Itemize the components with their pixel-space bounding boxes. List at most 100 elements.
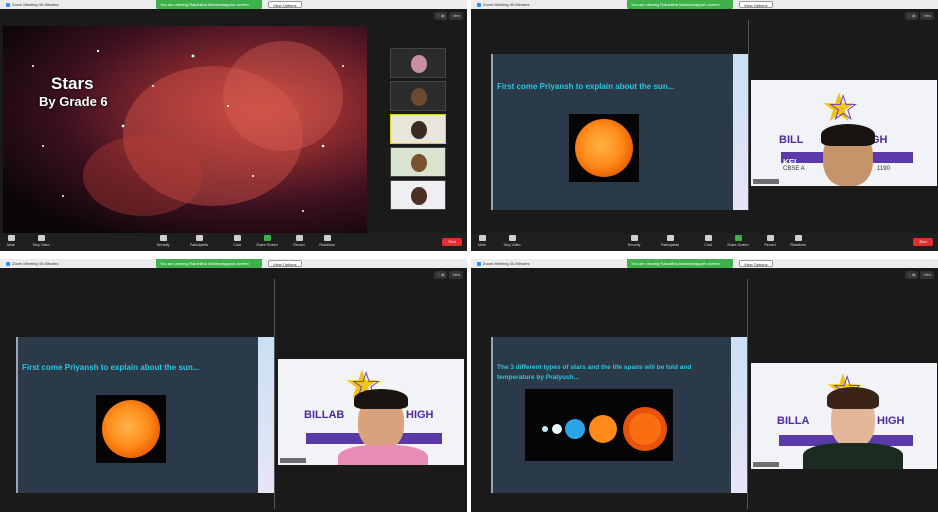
end-meeting-button[interactable]: End (913, 238, 933, 246)
slide-right-stripe (733, 54, 749, 210)
share-banner: You are viewing Rakshitha Mahendrappa's … (627, 0, 733, 9)
record-icon (295, 235, 303, 241)
view-controls: ⬚ ▤ View (903, 12, 934, 20)
security-button[interactable]: Security (152, 235, 174, 247)
share-banner: You are viewing Rakshitha Mahendrappa's … (156, 259, 262, 268)
stop-video-button[interactable]: Stop Video (30, 235, 52, 247)
share-banner: You are viewing Rakshitha Mahendrappa's … (156, 0, 262, 9)
student-shirt (338, 445, 428, 465)
view-controls: ⬚ ▤ View (903, 271, 934, 279)
view-options-button[interactable]: View Options (268, 260, 302, 267)
mute-button[interactable]: Mute (471, 235, 493, 247)
participant-name-tag (753, 179, 779, 184)
affiliation-number: 1190 (877, 166, 890, 172)
slide-text: First come Priyansh to explain about the… (22, 363, 200, 372)
student-hair (821, 124, 875, 146)
record-button[interactable]: Record (288, 235, 310, 247)
participant-video[interactable] (390, 48, 446, 78)
share-icon (263, 235, 271, 241)
student-hair (354, 389, 408, 409)
view-button[interactable]: View (920, 12, 934, 20)
zoom-screenshot-1: Zoom Meeting 40-Minutes You are viewing … (0, 0, 467, 251)
student-hair (827, 387, 879, 409)
board-affiliation: CBSE A (783, 166, 805, 172)
zoom-app-icon (477, 2, 481, 7)
splitter-handle[interactable] (747, 279, 748, 509)
participant-video[interactable] (390, 81, 446, 111)
participant-video[interactable] (390, 180, 446, 210)
view-options-button[interactable]: View Options (739, 260, 773, 267)
chat-icon (233, 235, 241, 241)
people-icon (195, 235, 203, 241)
stop-video-button[interactable]: Stop Video (501, 235, 523, 247)
meeting-toolbar: Mute Stop Video Security Participants Ch… (0, 233, 467, 251)
view-button[interactable]: View (449, 271, 463, 279)
slide-left-stripe (491, 54, 493, 210)
slide-right-stripe (731, 337, 747, 493)
share-banner: You are viewing Rakshitha Mahendrappa's … (627, 259, 733, 268)
participant-video[interactable] (390, 147, 446, 177)
view-button[interactable]: View (920, 271, 934, 279)
shared-slide: First come Priyansh to explain about the… (16, 337, 274, 493)
sun-image (96, 395, 166, 463)
microphone-icon (478, 235, 486, 241)
splitter-handle[interactable] (748, 20, 749, 210)
school-logo-star-purple-icon: ☆ (827, 87, 860, 128)
star-size-comparison-image (525, 389, 673, 461)
view-options-button[interactable]: View Options (739, 1, 773, 8)
view-options-button[interactable]: View Options (268, 1, 302, 8)
slide-subtitle: By Grade 6 (39, 94, 108, 109)
reactions-icon (794, 235, 802, 241)
speaker-video: ★ ☆ BILL GH KEL CBSE A 1190 (751, 80, 937, 186)
chat-icon (704, 235, 712, 241)
meeting-info-pill[interactable]: ⬚ ▤ (433, 12, 448, 20)
view-button[interactable]: View (449, 12, 463, 20)
security-button[interactable]: Security (623, 235, 645, 247)
school-name-right: HIGH (877, 415, 905, 427)
school-name-left: BILLA (777, 415, 810, 427)
reactions-icon (323, 235, 331, 241)
school-name-right: HIGH (406, 409, 434, 421)
share-icon (734, 235, 742, 241)
splitter-handle[interactable] (274, 279, 275, 509)
slide-text: First come Priyansh to explain about the… (497, 82, 675, 91)
zoom-app-icon (6, 2, 10, 7)
school-name-left: BILL (779, 134, 804, 146)
meeting-info-pill[interactable]: ⬚ ▤ (433, 271, 448, 279)
microphone-icon (7, 235, 15, 241)
meeting-toolbar: Mute Stop Video Security Participants Ch… (471, 233, 938, 251)
slide-left-stripe (491, 337, 493, 493)
chat-button[interactable]: Chat (226, 235, 248, 247)
camera-icon (37, 235, 45, 241)
shield-icon (159, 235, 167, 241)
participants-button[interactable]: Participants (659, 235, 681, 247)
participant-name-tag (280, 458, 306, 463)
shared-slide: First come Priyansh to explain about the… (491, 54, 749, 210)
shared-slide: The 3 different types of stars and the l… (491, 337, 747, 493)
speaker-video: ★ ☆ BILLAB HIGH (278, 359, 464, 465)
participant-name-tag (753, 462, 779, 467)
zoom-app-icon (6, 261, 10, 266)
record-button[interactable]: Record (759, 235, 781, 247)
participant-video-active-speaker[interactable] (390, 114, 446, 144)
slide-left-stripe (16, 337, 18, 493)
record-icon (766, 235, 774, 241)
share-screen-button[interactable]: Share Screen (256, 235, 278, 247)
share-screen-button[interactable]: Share Screen (727, 235, 749, 247)
chat-button[interactable]: Chat (697, 235, 719, 247)
slide-text: The 3 different types of stars and the l… (497, 364, 692, 381)
sun-image (569, 114, 639, 182)
end-meeting-button[interactable]: End (442, 238, 462, 246)
camera-icon (508, 235, 516, 241)
participants-button[interactable]: Participants (188, 235, 210, 247)
shared-screen: Stars By Grade 6 (3, 26, 367, 234)
star-types-illustration (542, 407, 667, 451)
zoom-screenshot-3: Zoom Meeting 40-Minutes You are viewing … (0, 259, 467, 512)
reactions-button[interactable]: Reactions (316, 235, 338, 247)
meeting-info-pill[interactable]: ⬚ ▤ (904, 271, 919, 279)
slide-right-stripe (258, 337, 274, 493)
reactions-button[interactable]: Reactions (787, 235, 809, 247)
mute-button[interactable]: Mute (0, 235, 22, 247)
meeting-info-pill[interactable]: ⬚ ▤ (904, 12, 919, 20)
zoom-app-icon (477, 261, 481, 266)
